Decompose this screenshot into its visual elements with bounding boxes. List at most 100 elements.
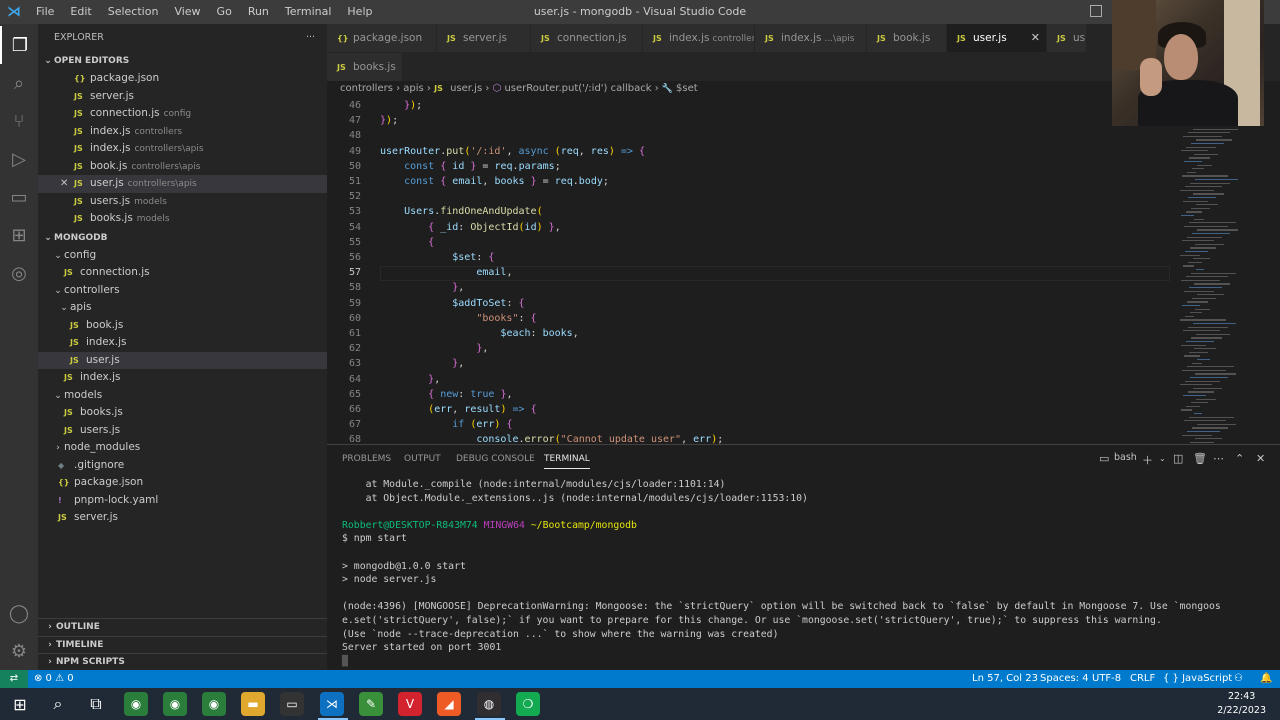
search-icon[interactable]: ⌕ xyxy=(46,692,70,716)
split-terminal-icon[interactable]: ◫ xyxy=(1173,452,1183,465)
remote-indicator-icon[interactable]: ⇄ xyxy=(0,670,28,688)
new-terminal-icon[interactable]: ＋ xyxy=(1142,452,1153,468)
mongodb-compass-icon[interactable]: ❍ xyxy=(516,692,540,716)
maximize-panel-icon[interactable]: ⌃ xyxy=(1235,452,1244,465)
notifications-bell-icon[interactable]: 🔔 xyxy=(1260,670,1272,688)
tree-file[interactable]: JS index.js xyxy=(38,334,327,352)
tree-folder[interactable]: › node_modules xyxy=(38,439,327,457)
breadcrumb-item[interactable]: user.js xyxy=(450,83,482,94)
tree-file[interactable]: JS connection.js xyxy=(38,264,327,282)
account-icon[interactable]: ◯ xyxy=(0,594,38,632)
tree-file[interactable]: JS user.js xyxy=(38,351,327,369)
menu-selection[interactable]: Selection xyxy=(100,0,167,24)
editor-tab[interactable]: JS user.js ✕ xyxy=(947,24,1047,52)
layout-toggle-icon[interactable] xyxy=(1090,5,1102,17)
breadcrumb-item[interactable]: userRouter.put('/:id') callback xyxy=(504,83,651,94)
settings-gear-icon[interactable]: ⚙ xyxy=(0,632,38,670)
editor-tab[interactable]: JS index.jscontrollers xyxy=(643,24,755,52)
menu-help[interactable]: Help xyxy=(339,0,380,24)
outline-section[interactable]: › OUTLINE xyxy=(38,618,327,636)
chevron-down-icon[interactable]: ⌄ xyxy=(1159,454,1166,463)
minimap[interactable] xyxy=(1172,97,1262,447)
chrome-icon[interactable]: ◉ xyxy=(124,692,148,716)
obs-icon[interactable]: ◍ xyxy=(477,692,501,716)
code-editor[interactable]: 46 }); 47}); 48 49 userRouter.put('/:id', as… xyxy=(327,97,1280,444)
tree-file[interactable]: JS books.js xyxy=(38,404,327,422)
tree-file[interactable]: ! pnpm-lock.yaml xyxy=(38,492,327,510)
kill-terminal-icon[interactable]: 🗑 xyxy=(1193,452,1207,465)
vscode-icon[interactable]: ⋊ xyxy=(320,692,344,716)
project-section[interactable]: ⌄ MONGODB xyxy=(38,229,327,247)
system-clock[interactable]: 22:43 2/22/2023 xyxy=(1217,690,1266,718)
editor-tab[interactable]: JS book.js xyxy=(867,24,947,52)
timeline-section[interactable]: › TIMELINE xyxy=(38,635,327,654)
open-editor-item[interactable]: JS index.js controllers xyxy=(38,123,327,141)
editor-tab[interactable]: JS connection.js xyxy=(531,24,643,52)
postman-icon[interactable]: ◢ xyxy=(437,692,461,716)
menu-edit[interactable]: Edit xyxy=(62,0,99,24)
tree-file[interactable]: JS users.js xyxy=(38,422,327,440)
tree-folder[interactable]: ⌄ apis xyxy=(38,299,327,317)
editor-tab[interactable]: JS books.js xyxy=(327,53,403,81)
terminal-shell-icon[interactable]: ▭ xyxy=(1099,452,1109,465)
open-editor-item[interactable]: JS index.js controllers\apis xyxy=(38,140,327,158)
npm-scripts-section[interactable]: › NPM SCRIPTS xyxy=(38,653,327,671)
tree-file[interactable]: JS book.js xyxy=(38,317,327,335)
open-editor-item[interactable]: JS users.js models xyxy=(38,193,327,211)
terminal-icon[interactable]: ▭ xyxy=(280,692,304,716)
open-editor-item[interactable]: JS connection.js config xyxy=(38,105,327,123)
breadcrumb-item[interactable]: $set xyxy=(676,83,698,94)
editor-tab[interactable]: JS server.js xyxy=(437,24,531,52)
menu-run[interactable]: Run xyxy=(240,0,277,24)
editor-tab[interactable]: {} package.json xyxy=(327,24,437,52)
cursor-position[interactable]: Ln 57, Col 23 xyxy=(972,670,1038,688)
tree-file[interactable]: ◆ .gitignore xyxy=(38,457,327,475)
close-icon[interactable]: ✕ xyxy=(60,175,68,193)
panel-tab-problems[interactable]: PROBLEMS xyxy=(342,454,391,464)
file-explorer-icon[interactable]: ▬ xyxy=(241,692,265,716)
tree-folder[interactable]: ⌄ models xyxy=(38,387,327,405)
panel-tab-terminal[interactable]: TERMINAL xyxy=(544,454,590,469)
explorer-icon[interactable]: ❐ xyxy=(0,26,38,64)
close-panel-icon[interactable]: ✕ xyxy=(1256,452,1265,465)
tree-file[interactable]: {} package.json xyxy=(38,474,327,492)
editor-tab[interactable]: JS us xyxy=(1047,24,1087,52)
tree-folder[interactable]: ⌄ controllers xyxy=(38,282,327,300)
more-actions-icon[interactable]: ⋯ xyxy=(1213,452,1224,465)
open-editor-item[interactable]: ✕ JS user.js controllers\apis xyxy=(38,175,327,193)
panel-tab-debug-console[interactable]: DEBUG CONSOLE xyxy=(456,454,535,464)
editor-scrollbar[interactable] xyxy=(1270,97,1280,444)
vivaldi-icon[interactable]: V xyxy=(398,692,422,716)
menu-go[interactable]: Go xyxy=(209,0,240,24)
open-editor-item[interactable]: JS book.js controllers\apis xyxy=(38,158,327,176)
encoding[interactable]: UTF-8 xyxy=(1092,670,1121,688)
windows-start-icon[interactable]: ⊞ xyxy=(8,692,32,716)
notepad-icon[interactable]: ✎ xyxy=(359,692,383,716)
language-mode[interactable]: { } JavaScript xyxy=(1163,670,1232,688)
end-of-line[interactable]: CRLF xyxy=(1130,670,1155,688)
editor-tab[interactable]: JS index.js ...\apis xyxy=(755,24,867,52)
problems-indicator[interactable]: ⊗ 0 ⚠ 0 xyxy=(34,670,74,688)
open-editor-item[interactable]: JS server.js xyxy=(38,88,327,106)
tree-file[interactable]: JS server.js xyxy=(38,509,327,527)
open-editor-item[interactable]: JS books.js models xyxy=(38,210,327,228)
menu-view[interactable]: View xyxy=(166,0,208,24)
run-debug-icon[interactable]: ▷ xyxy=(0,140,38,178)
source-control-icon[interactable]: ⑂ xyxy=(0,102,38,140)
terminal-shell-name[interactable]: bash xyxy=(1114,452,1137,463)
breadcrumb-item[interactable]: apis xyxy=(403,83,423,94)
feedback-icon[interactable]: ⚇ xyxy=(1234,670,1243,688)
tree-folder[interactable]: ⌄ config xyxy=(38,247,327,265)
tree-file[interactable]: JS index.js xyxy=(38,369,327,387)
remote-explorer-icon[interactable]: ▭ xyxy=(0,178,38,216)
search-icon[interactable]: ⌕ xyxy=(0,64,38,102)
menu-file[interactable]: File xyxy=(28,0,62,24)
open-editors-section[interactable]: ⌄ OPEN EDITORS xyxy=(38,52,327,70)
git-graph-icon[interactable]: ◎ xyxy=(0,254,38,292)
menu-terminal[interactable]: Terminal xyxy=(277,0,340,24)
task-view-icon[interactable]: ⧉ xyxy=(84,692,108,716)
panel-tab-output[interactable]: OUTPUT xyxy=(404,454,441,464)
breadcrumb-item[interactable]: controllers xyxy=(340,83,393,94)
chrome-icon[interactable]: ◉ xyxy=(202,692,226,716)
extensions-icon[interactable]: ⊞ xyxy=(0,216,38,254)
